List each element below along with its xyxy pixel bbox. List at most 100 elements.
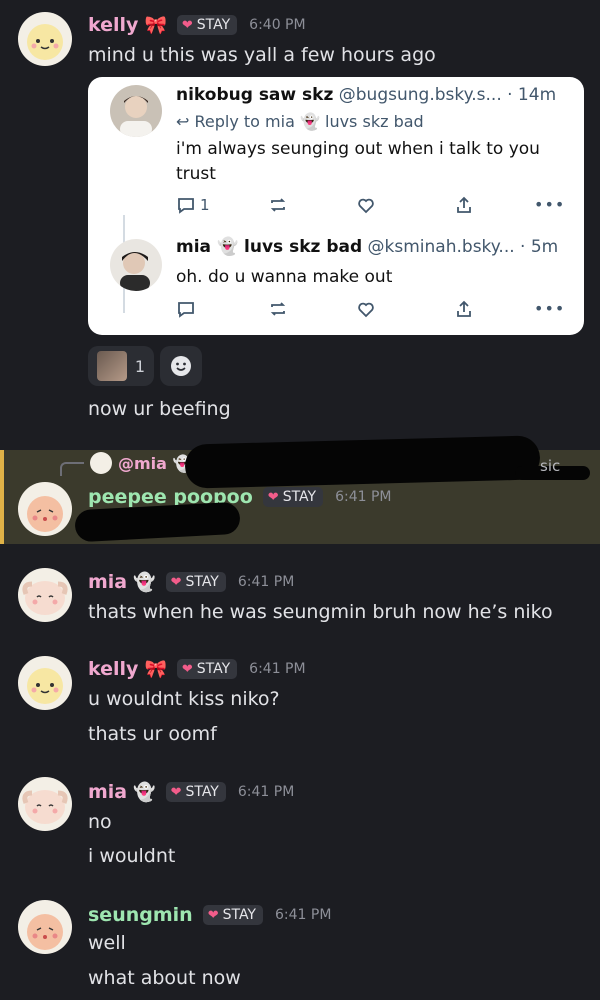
post-actions: 1 •••	[176, 195, 564, 217]
like-button[interactable]	[356, 299, 376, 319]
post-age: · 5m	[520, 237, 559, 257]
post-author[interactable]: mia 👻 luvs skz bad	[176, 237, 362, 257]
reply-to-line[interactable]: ↩ Reply to mia 👻 luvs skz bad	[176, 112, 424, 131]
server-tag-label: STAY	[185, 574, 219, 590]
post-text: oh. do u wanna make out	[176, 267, 393, 287]
mention-text: @mia	[118, 454, 167, 473]
avatar	[110, 239, 162, 291]
avatar[interactable]	[18, 777, 72, 831]
reaction-count: 1	[134, 356, 146, 376]
message-text: i wouldnt	[88, 845, 176, 867]
reaction-chip[interactable]: 1	[88, 346, 154, 386]
comment-icon	[178, 198, 194, 214]
post-author-suffix: luvs skz bad	[244, 237, 363, 257]
repost-button[interactable]	[268, 195, 288, 215]
message-header: kelly 🎀 ❤ STAY 6:41 PM	[88, 658, 306, 680]
timestamp: 6:41 PM	[275, 907, 332, 923]
server-tag-label: STAY	[282, 489, 317, 505]
message-header: kelly 🎀 ❤ STAY 6:40 PM	[88, 14, 306, 36]
comment-icon	[178, 302, 194, 318]
message-header: mia 👻 ❤ STAY 6:41 PM	[88, 781, 294, 803]
share-button[interactable]	[454, 299, 474, 319]
reaction-emoji	[96, 351, 127, 381]
redaction	[184, 435, 541, 489]
embed-card[interactable]: nikobug saw skz @bugsung.bsky.s... · 14m…	[88, 77, 584, 335]
post-actions: •••	[176, 299, 564, 321]
more-icon: •••	[534, 299, 566, 318]
server-tag-label: STAY	[196, 17, 231, 33]
heart-icon: ❤	[181, 661, 193, 677]
timestamp: 6:40 PM	[249, 17, 306, 33]
reply-reference[interactable]: @mia 👻	[118, 454, 192, 473]
username[interactable]: mia	[88, 571, 127, 593]
server-tag[interactable]: ❤ STAY	[165, 782, 226, 802]
reply-to-suffix: luvs skz bad	[325, 112, 424, 131]
heart-icon: ❤	[170, 784, 182, 800]
ghost-icon: 👻	[133, 781, 156, 803]
heart-icon: ❤	[181, 17, 193, 33]
post-age: · 14m	[507, 85, 557, 105]
timestamp: 6:41 PM	[237, 784, 295, 800]
avatar	[110, 85, 162, 137]
ghost-icon: 👻	[133, 571, 156, 593]
server-tag-label: STAY	[185, 784, 219, 800]
heart-icon: ❤	[207, 907, 219, 923]
server-tag-label: STAY	[196, 661, 231, 677]
timestamp: 6:41 PM	[237, 574, 295, 590]
share-button[interactable]	[454, 195, 474, 215]
reply-button[interactable]: 1	[176, 195, 210, 215]
bow-icon: 🎀	[144, 14, 167, 36]
heart-icon	[358, 302, 374, 318]
message-text: mind u this was yall a few hours ago	[88, 44, 436, 66]
smile-icon	[171, 356, 191, 376]
server-tag-label: STAY	[222, 907, 256, 923]
timestamp: 6:41 PM	[335, 489, 392, 505]
server-tag[interactable]: ❤ STAY	[262, 487, 324, 507]
avatar[interactable]	[18, 568, 72, 622]
avatar[interactable]	[18, 482, 72, 536]
heart-icon: ❤	[170, 574, 182, 590]
post-author-name: mia	[176, 237, 212, 257]
message-header: seungmin ❤ STAY 6:41 PM	[88, 904, 331, 926]
server-tag[interactable]: ❤ STAY	[176, 659, 238, 679]
message-text: now ur beefing	[88, 398, 231, 420]
share-icon	[457, 300, 471, 317]
server-tag[interactable]: ❤ STAY	[165, 572, 226, 592]
add-reaction-button[interactable]	[160, 346, 202, 386]
repost-icon	[270, 302, 286, 316]
avatar[interactable]	[90, 452, 112, 474]
server-tag[interactable]: ❤ STAY	[202, 905, 263, 925]
username[interactable]: seungmin	[88, 904, 193, 926]
message-text: well	[88, 932, 126, 954]
timestamp: 6:41 PM	[249, 661, 306, 677]
post-header: mia 👻 luvs skz bad @ksminah.bsky... · 5m	[176, 237, 558, 257]
more-button[interactable]: •••	[534, 195, 565, 214]
post-text: i'm always seunging out when i talk to y…	[176, 139, 540, 159]
avatar[interactable]	[18, 12, 72, 66]
post-author[interactable]: nikobug saw skz	[176, 85, 333, 105]
avatar[interactable]	[18, 656, 72, 710]
like-button[interactable]	[356, 195, 376, 215]
message-text: u wouldnt kiss niko?	[88, 688, 280, 710]
reply-button[interactable]	[176, 299, 196, 319]
username[interactable]: kelly	[88, 658, 138, 680]
message-text: thats when he was seungmin bruh now he’s…	[88, 601, 553, 623]
reply-connector	[60, 462, 84, 476]
message-text: no	[88, 811, 112, 833]
reply-preview-fragment: sic	[540, 457, 561, 475]
repost-icon	[270, 198, 286, 212]
more-button[interactable]: •••	[534, 299, 565, 318]
username[interactable]: kelly	[88, 14, 138, 36]
share-icon	[457, 196, 471, 213]
repost-button[interactable]	[268, 299, 288, 319]
post-handle: @bugsung.bsky.s...	[338, 85, 502, 105]
post-text: trust	[176, 164, 216, 184]
reply-to-label: Reply to mia	[194, 112, 295, 131]
message-text: thats ur oomf	[88, 723, 217, 745]
message-header: peepee poopoo ❤ STAY 6:41 PM	[88, 486, 392, 508]
server-tag[interactable]: ❤ STAY	[176, 15, 238, 35]
username[interactable]: mia	[88, 781, 127, 803]
reply-count: 1	[200, 196, 210, 214]
post-header: nikobug saw skz @bugsung.bsky.s... · 14m	[176, 85, 556, 105]
avatar[interactable]	[18, 900, 72, 954]
